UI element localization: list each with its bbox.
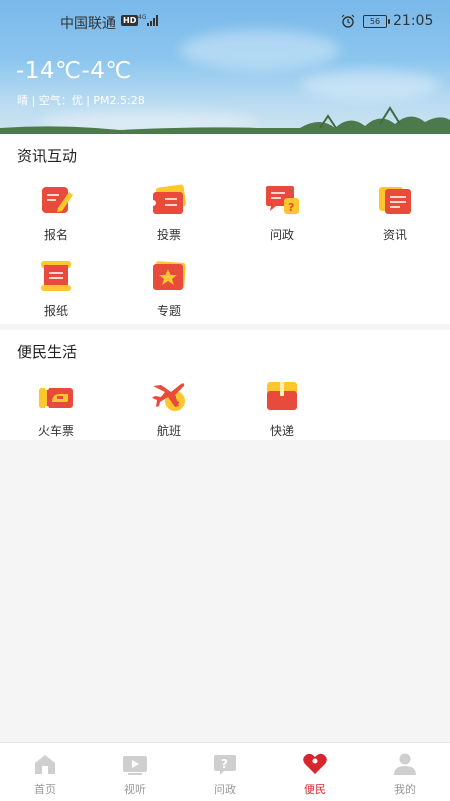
bottom-tab-bar: 首页 视听 ? 问政 便民 我的	[0, 742, 450, 801]
signup-icon	[42, 187, 73, 213]
inquiry-icon: ?	[266, 186, 299, 214]
alarm-icon	[341, 14, 355, 28]
home-icon	[35, 755, 55, 774]
topic-icon	[153, 261, 186, 290]
topic-label: 专题	[156, 304, 181, 318]
tab-video[interactable]: 视听	[90, 743, 180, 801]
train-ticket-label: 火车票	[37, 424, 74, 438]
train-ticket-button[interactable]: 火车票	[16, 380, 96, 439]
svg-text:4G: 4G	[138, 14, 147, 21]
tab-inquiry-label: 问政	[214, 783, 236, 796]
express-button[interactable]: 快递	[242, 380, 322, 439]
express-icon	[267, 382, 297, 410]
tab-convenience[interactable]: 便民	[270, 743, 360, 801]
weather-header: 中国联通 HD 4G 56 21:05 -14℃-4℃ 晴 | 空气：优 | P…	[0, 0, 450, 134]
tab-inquiry[interactable]: ? 问政	[180, 743, 270, 801]
section-title: 资讯互动	[17, 147, 78, 165]
status-bar: 中国联通 HD 4G 56 21:05	[0, 0, 450, 42]
flight-button[interactable]: 航班	[129, 380, 209, 439]
signal-icon: 4G	[138, 14, 158, 26]
clock: 21:05	[393, 13, 434, 29]
carrier-name: 中国联通	[60, 16, 116, 32]
news-icon	[379, 187, 411, 214]
vote-button[interactable]: 投票	[129, 184, 209, 243]
vote-icon	[150, 184, 187, 214]
tab-home[interactable]: 首页	[0, 743, 90, 801]
flight-label: 航班	[156, 424, 181, 438]
signup-button[interactable]: 报名	[16, 184, 96, 243]
vote-label: 投票	[156, 228, 181, 242]
tab-video-label: 视听	[124, 783, 146, 796]
battery-level: 56	[369, 17, 381, 26]
inquiry-button[interactable]: ? 问政	[242, 184, 322, 243]
newspaper-button[interactable]: 报纸	[16, 260, 96, 319]
newspaper-icon	[41, 261, 71, 291]
newspaper-label: 报纸	[43, 304, 68, 318]
express-label: 快递	[269, 424, 294, 438]
news-interaction-section: 资讯互动 报名 投票 ? 问政 资讯 报纸 专题	[0, 134, 450, 324]
tab-convenience-label: 便民	[304, 783, 326, 796]
inquiry-label: 问政	[269, 228, 294, 242]
topic-button[interactable]: 专题	[129, 260, 209, 319]
temperature: -14℃-4℃	[16, 58, 132, 84]
news-button[interactable]: 资讯	[355, 184, 435, 243]
svg-text:?: ?	[288, 201, 294, 214]
tab-mine-label: 我的	[394, 783, 416, 796]
section-title: 便民生活	[17, 343, 78, 361]
user-icon	[394, 753, 416, 775]
hd-badge: HD	[121, 15, 139, 26]
news-label: 资讯	[382, 228, 407, 242]
inquiry-icon: ?	[214, 755, 236, 775]
heart-icon	[303, 753, 327, 774]
convenience-life-section: 便民生活 火车票 航班 快递	[0, 330, 450, 440]
weather-detail: 晴 | 空气：优 | PM2.5:28	[17, 94, 145, 107]
svg-text:?: ?	[221, 757, 228, 771]
flight-icon	[152, 383, 185, 411]
tab-mine[interactable]: 我的	[360, 743, 450, 801]
signup-label: 报名	[43, 228, 68, 242]
train-ticket-icon	[39, 386, 73, 410]
tab-home-label: 首页	[34, 783, 56, 796]
battery-icon: 56	[363, 15, 390, 28]
palm-trees-decoration	[0, 106, 450, 134]
video-icon	[123, 756, 147, 775]
